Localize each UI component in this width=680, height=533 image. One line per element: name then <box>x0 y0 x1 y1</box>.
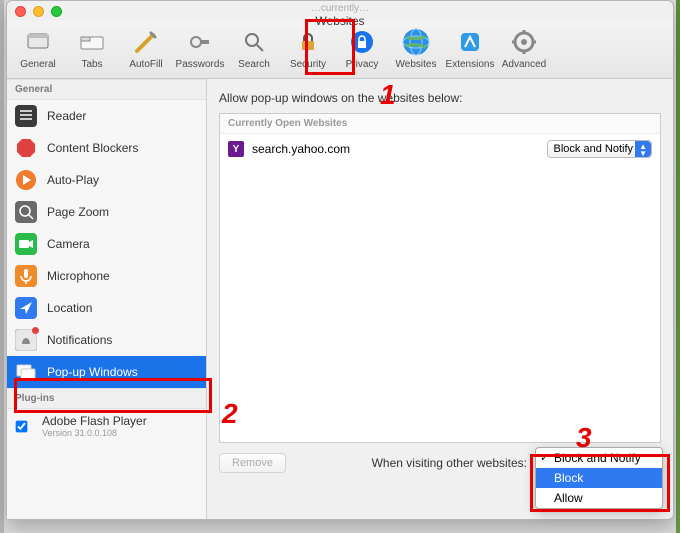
autofill-icon <box>131 27 161 57</box>
tab-websites-label: Websites <box>396 59 437 70</box>
annotation-box-2 <box>14 378 212 413</box>
sidebar-item-label: Page Zoom <box>47 205 109 219</box>
annotation-number-1: 1 <box>380 79 396 111</box>
websites-icon <box>401 27 431 57</box>
select-arrows-icon: ▲▼ <box>639 143 647 157</box>
sidebar-item-label: Pop-up Windows <box>47 365 138 379</box>
page-zoom-icon <box>15 201 37 223</box>
window-controls <box>15 6 62 17</box>
bg-right-stripe <box>676 0 680 533</box>
sidebar-item-page-zoom[interactable]: Page Zoom <box>7 196 206 228</box>
location-icon <box>15 297 37 319</box>
plugin-version: Version 31.0.0.108 <box>42 428 147 438</box>
tab-general[interactable]: General <box>11 25 65 70</box>
tab-tabs-label: Tabs <box>81 59 102 70</box>
yahoo-favicon-icon: Y <box>228 141 244 157</box>
notifications-icon <box>15 329 37 351</box>
tabs-icon <box>77 27 107 57</box>
sidebar-item-label: Location <box>47 301 92 315</box>
flash-checkbox[interactable] <box>16 420 28 432</box>
tab-autofill-label: AutoFill <box>129 59 162 70</box>
website-setting-select[interactable]: Block and Notify ▲▼ <box>547 140 652 158</box>
search-icon <box>239 27 269 57</box>
bg-left-stripe <box>0 0 4 533</box>
notification-badge-icon <box>32 327 39 334</box>
sidebar-item-auto-play[interactable]: Auto-Play <box>7 164 206 196</box>
content-blockers-icon <box>15 137 37 159</box>
list-header: Currently Open Websites <box>220 114 660 134</box>
sidebar-item-flash-player[interactable]: Adobe Flash Player Version 31.0.0.108 <box>7 409 206 443</box>
website-setting-value: Block and Notify <box>554 143 633 155</box>
sidebar-item-label: Camera <box>47 237 90 251</box>
sidebar-item-location[interactable]: Location <box>7 292 206 324</box>
website-domain: search.yahoo.com <box>252 142 350 156</box>
annotation-number-2: 2 <box>222 398 238 430</box>
annotation-box-1 <box>305 19 355 75</box>
sidebar-item-camera[interactable]: Camera <box>7 228 206 260</box>
tab-autofill[interactable]: AutoFill <box>119 25 173 70</box>
sidebar-section-general: General <box>7 79 206 100</box>
tab-passwords[interactable]: Passwords <box>173 25 227 70</box>
titlebar: …currently… Websites <box>7 1 673 21</box>
sidebar-item-label: Microphone <box>47 269 110 283</box>
tab-passwords-label: Passwords <box>176 59 225 70</box>
sidebar-item-label: Content Blockers <box>47 141 138 155</box>
remove-button[interactable]: Remove <box>219 453 286 473</box>
websites-list: Currently Open Websites Y search.yahoo.c… <box>219 113 661 443</box>
tab-general-label: General <box>20 59 56 70</box>
sidebar-item-label: Auto-Play <box>47 173 99 187</box>
main-header: Allow pop-up windows on the websites bel… <box>219 91 661 105</box>
sidebar-item-notifications[interactable]: Notifications <box>7 324 206 356</box>
passwords-icon <box>185 27 215 57</box>
advanced-icon <box>509 27 539 57</box>
auto-play-icon <box>15 169 37 191</box>
tab-search[interactable]: Search <box>227 25 281 70</box>
reader-icon <box>15 105 37 127</box>
website-row[interactable]: Y search.yahoo.com Block and Notify ▲▼ <box>220 134 660 164</box>
camera-icon <box>15 233 37 255</box>
tab-websites[interactable]: Websites <box>389 25 443 70</box>
minimize-window-button[interactable] <box>33 6 44 17</box>
preferences-window: …currently… Websites General Tabs AutoFi… <box>6 0 674 520</box>
general-icon <box>23 27 53 57</box>
main-panel: Allow pop-up windows on the websites bel… <box>207 79 673 519</box>
tab-tabs[interactable]: Tabs <box>65 25 119 70</box>
other-websites-label: When visiting other websites: <box>372 456 527 470</box>
sidebar: General Reader Content Blockers Auto-Pla… <box>7 79 207 519</box>
tab-extensions-label: Extensions <box>446 59 495 70</box>
tab-advanced-label: Advanced <box>502 59 546 70</box>
annotation-box-3 <box>530 454 670 512</box>
close-window-button[interactable] <box>15 6 26 17</box>
tab-search-label: Search <box>238 59 270 70</box>
sidebar-item-content-blockers[interactable]: Content Blockers <box>7 132 206 164</box>
sidebar-item-label: Reader <box>47 109 86 123</box>
sidebar-item-label: Notifications <box>47 333 112 347</box>
annotation-number-3: 3 <box>576 422 592 454</box>
zoom-window-button[interactable] <box>51 6 62 17</box>
plugin-label: Adobe Flash Player <box>42 414 147 428</box>
tab-extensions[interactable]: Extensions <box>443 25 497 70</box>
sidebar-item-microphone[interactable]: Microphone <box>7 260 206 292</box>
extensions-icon <box>455 27 485 57</box>
sidebar-item-reader[interactable]: Reader <box>7 100 206 132</box>
microphone-icon <box>15 265 37 287</box>
tab-advanced[interactable]: Advanced <box>497 25 551 70</box>
